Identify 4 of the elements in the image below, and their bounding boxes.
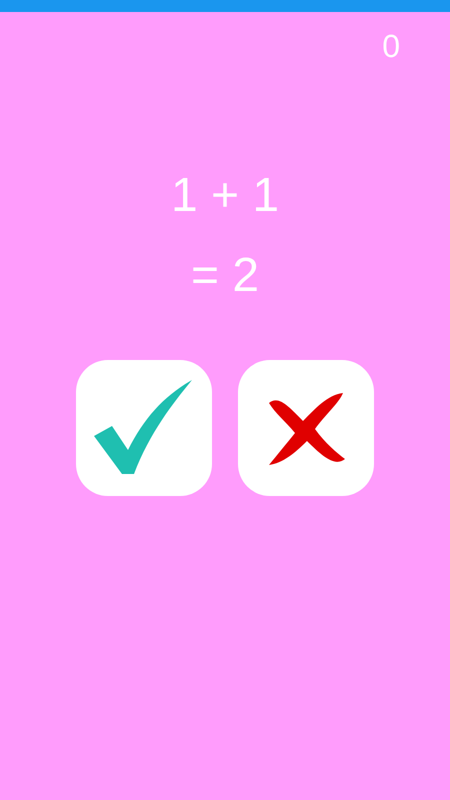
equation: 1 + 1: [170, 172, 280, 220]
wrong-button[interactable]: [238, 360, 374, 496]
result: = 2: [190, 252, 260, 300]
score: 0: [382, 30, 400, 62]
